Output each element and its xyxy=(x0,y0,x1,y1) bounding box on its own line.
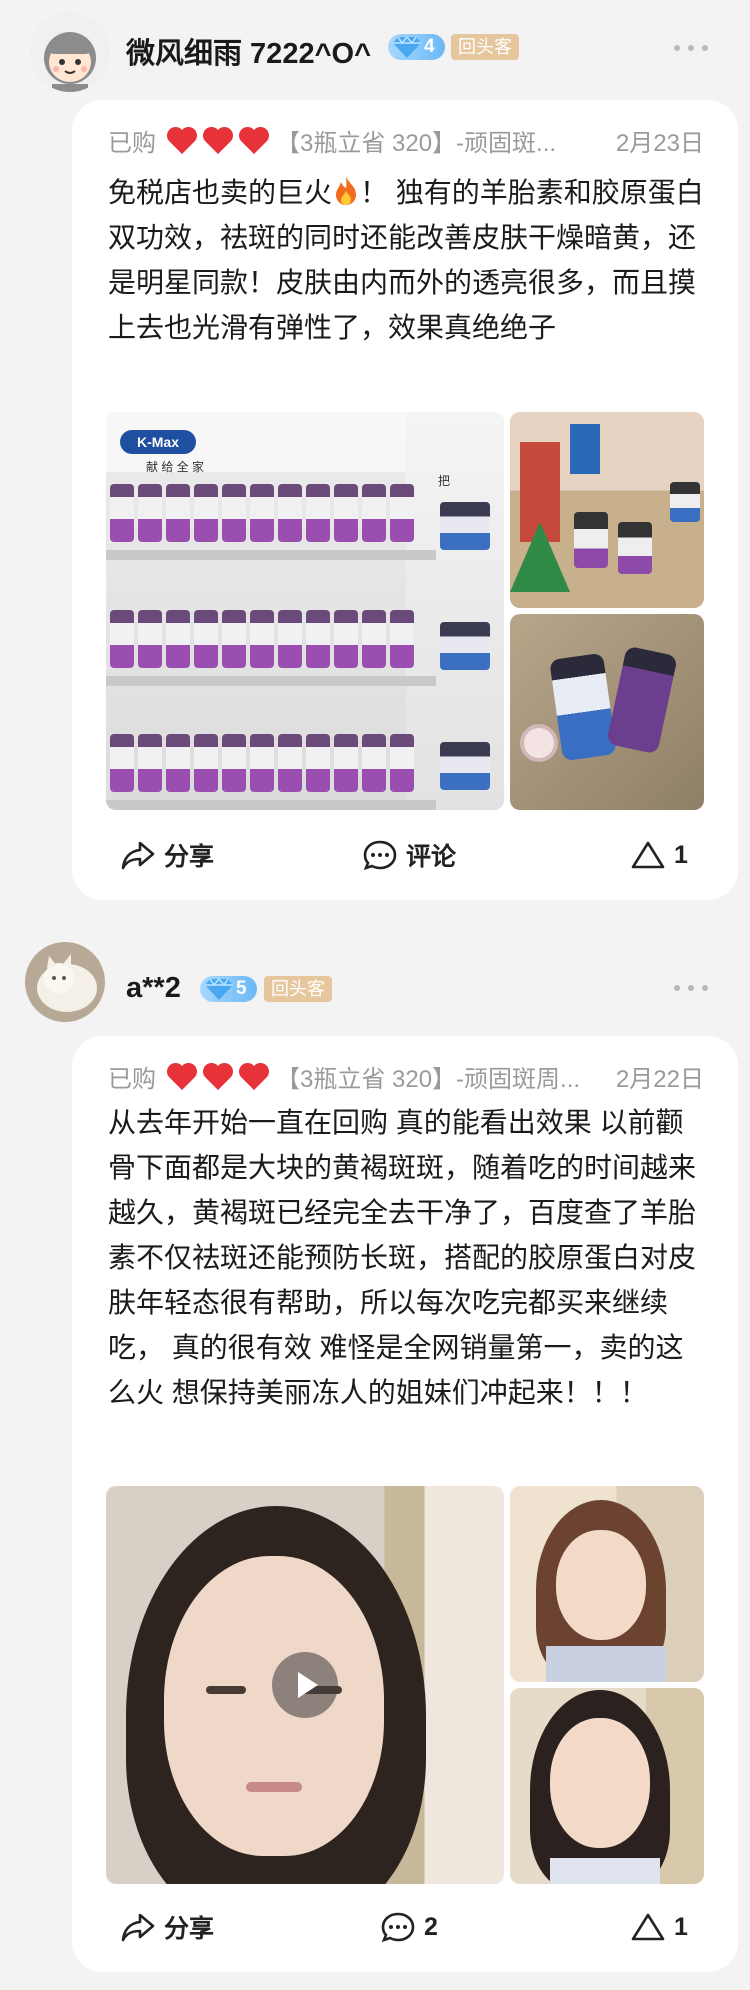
brand-logo: K-Max xyxy=(120,430,196,454)
play-icon[interactable] xyxy=(272,1652,338,1718)
review-photo[interactable] xyxy=(510,1688,704,1884)
action-bar: 分享 评论 1 xyxy=(72,830,738,880)
action-bar: 分享 2 1 xyxy=(72,1902,738,1952)
review-text: 从去年开始一直在回购 真的能看出效果 以前颧骨下面都是大块的黄褐斑斑，随着吃的时… xyxy=(108,1107,697,1408)
like-button[interactable]: 1 xyxy=(630,830,688,880)
vip-level-badge: 5 xyxy=(200,976,257,1002)
purchase-meta: 已购 【3瓶立省 320】-顽固斑周... 2月22日 xyxy=(108,1058,704,1094)
shelf-sign-2: 把 xyxy=(438,474,451,488)
heart-icon xyxy=(238,126,270,154)
review-photos: K-Max 献 给 全 家 把 xyxy=(106,412,704,810)
product-spec: 【3瓶立省 320】-顽固斑周... xyxy=(276,1065,581,1093)
review-photo[interactable] xyxy=(510,412,704,608)
review-date: 2月22日 xyxy=(615,1065,704,1093)
fire-emoji-icon xyxy=(336,176,357,205)
share-icon xyxy=(121,1913,155,1942)
avatar[interactable] xyxy=(30,12,110,92)
triangle-like-icon xyxy=(631,1913,665,1941)
heart-icon xyxy=(202,1062,234,1090)
purchase-meta: 已购 【3瓶立省 320】-顽固斑... 2月23日 xyxy=(108,122,704,158)
share-label: 分享 xyxy=(164,843,215,871)
repeat-customer-badge: 回头客 xyxy=(264,976,332,1002)
bought-label: 已购 xyxy=(108,1065,156,1093)
share-icon xyxy=(121,841,155,870)
comment-icon xyxy=(381,1912,415,1943)
bought-label: 已购 xyxy=(108,129,156,157)
avatar[interactable] xyxy=(25,942,105,1022)
vip-level: 5 xyxy=(236,978,247,999)
review-text-part: 免税店也卖的巨火 xyxy=(108,177,333,208)
review-photo[interactable] xyxy=(510,614,704,810)
cartoon-avatar-icon xyxy=(30,12,110,92)
diamond-icon xyxy=(205,977,233,1000)
diamond-icon xyxy=(393,35,421,58)
repeat-customer-badge: 回头客 xyxy=(451,34,519,60)
review-video[interactable] xyxy=(106,1486,504,1884)
comment-count: 2 xyxy=(424,1912,438,1941)
vip-level-badge: 4 xyxy=(388,34,445,60)
like-count: 1 xyxy=(674,1912,688,1941)
triangle-like-icon xyxy=(631,841,665,869)
share-button[interactable]: 分享 xyxy=(120,1902,214,1952)
review-photo[interactable]: K-Max 献 给 全 家 把 xyxy=(106,412,504,810)
review-text: 免税店也卖的巨火！ 独有的羊胎素和胶原蛋白双功效，祛斑的同时还能改善皮肤干燥暗黄… xyxy=(108,170,704,350)
review-photos xyxy=(106,1486,704,1884)
review-card: 已购 【3瓶立省 320】-顽固斑周... 2月22日 从去年开始一直在回购 真… xyxy=(72,1036,738,1972)
heart-icon xyxy=(166,1062,198,1090)
like-count: 1 xyxy=(674,840,688,869)
heart-icon xyxy=(202,126,234,154)
rating-hearts xyxy=(166,126,270,155)
heart-icon xyxy=(166,126,198,154)
username[interactable]: 微风细雨 7222^O^ xyxy=(126,30,371,72)
username[interactable]: a**2 xyxy=(126,972,181,1005)
more-options-icon[interactable] xyxy=(674,983,708,993)
like-button[interactable]: 1 xyxy=(630,1902,688,1952)
comment-icon xyxy=(363,840,397,871)
comment-button[interactable]: 2 xyxy=(380,1902,438,1952)
heart-icon xyxy=(238,1062,270,1090)
more-options-icon[interactable] xyxy=(674,43,708,53)
product-spec: 【3瓶立省 320】-顽固斑... xyxy=(276,129,557,157)
review-photo[interactable] xyxy=(510,1486,704,1682)
review-card: 已购 【3瓶立省 320】-顽固斑... 2月23日 免税店也卖的巨火！ 独有的… xyxy=(72,100,738,900)
comment-button[interactable]: 评论 xyxy=(362,830,456,880)
review-date: 2月23日 xyxy=(615,129,704,157)
rating-hearts xyxy=(166,1062,270,1091)
share-label: 分享 xyxy=(164,1915,215,1943)
comment-label: 评论 xyxy=(406,843,457,871)
vip-level: 4 xyxy=(424,36,435,57)
cat-avatar-icon xyxy=(25,942,105,1022)
share-button[interactable]: 分享 xyxy=(120,830,214,880)
